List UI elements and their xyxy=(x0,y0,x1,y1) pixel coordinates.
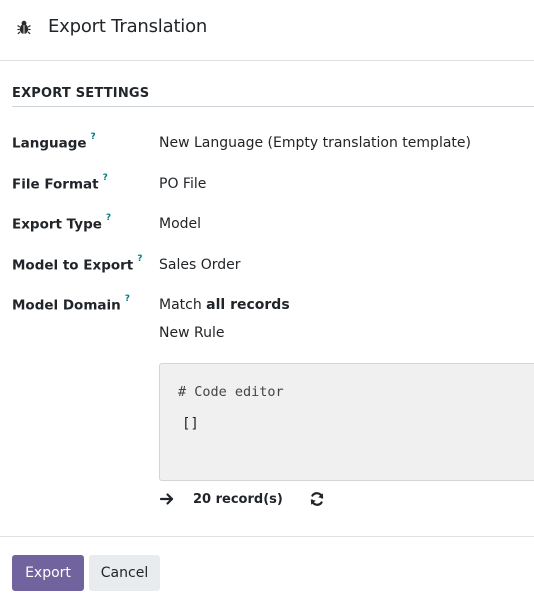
language-field[interactable]: New Language (Empty translation template… xyxy=(159,135,471,151)
model-to-export-label: Model to Export? xyxy=(12,254,143,274)
domain-match-scope: all records xyxy=(206,297,290,313)
new-rule-link[interactable]: New Rule xyxy=(159,325,224,341)
model-domain-label: Model Domain? xyxy=(12,294,130,314)
model-domain-summary: Match all records xyxy=(159,297,290,313)
record-count-link[interactable]: 20 record(s) xyxy=(193,492,283,507)
domain-match-text: Match xyxy=(159,297,207,313)
model-domain-help-icon[interactable]: ? xyxy=(125,294,130,304)
model-domain-label-text: Model Domain xyxy=(12,297,121,314)
section-title: EXPORT SETTINGS xyxy=(12,86,150,101)
domain-code-editor[interactable]: # Code editor [] xyxy=(159,363,534,481)
dialog-title: Export Translation xyxy=(48,16,208,37)
cancel-button[interactable]: Cancel xyxy=(89,555,160,591)
file-format-field[interactable]: PO File xyxy=(159,176,206,192)
code-editor-value: [] xyxy=(182,416,199,432)
export-button[interactable]: Export xyxy=(12,555,84,591)
dialog-header: Export Translation xyxy=(0,0,534,61)
model-to-export-field[interactable]: Sales Order xyxy=(159,257,241,273)
file-format-help-icon[interactable]: ? xyxy=(103,173,108,183)
code-editor-comment: # Code editor xyxy=(178,384,284,400)
export-type-field[interactable]: Model xyxy=(159,216,201,232)
language-label: Language? xyxy=(12,132,96,152)
footer-divider xyxy=(0,536,534,537)
language-help-icon[interactable]: ? xyxy=(91,132,96,142)
export-type-help-icon[interactable]: ? xyxy=(106,213,111,223)
language-label-text: Language xyxy=(12,135,87,152)
refresh-icon[interactable] xyxy=(309,491,325,507)
export-type-label-text: Export Type xyxy=(12,216,102,233)
file-format-label: File Format? xyxy=(12,173,108,193)
model-to-export-help-icon[interactable]: ? xyxy=(137,254,142,264)
model-to-export-label-text: Model to Export xyxy=(12,257,134,274)
file-format-label-text: File Format xyxy=(12,176,99,193)
domain-record-count: 20 record(s) xyxy=(159,488,325,510)
bug-icon xyxy=(17,20,31,35)
arrow-right-icon xyxy=(159,493,174,505)
export-type-label: Export Type? xyxy=(12,213,111,233)
section-divider xyxy=(12,106,534,107)
